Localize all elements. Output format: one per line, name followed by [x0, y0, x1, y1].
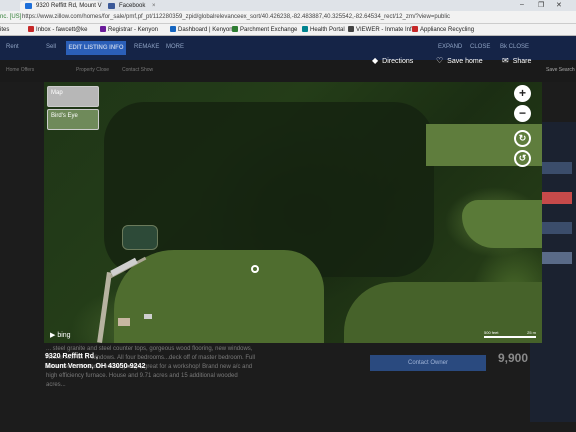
listing-price: 9,900: [498, 351, 529, 365]
save-search-link[interactable]: Save Search: [546, 67, 575, 73]
nav-sell[interactable]: Sell: [46, 44, 56, 50]
tab-zillow[interactable]: 9320 Reffitt Rd, Mount V ×: [20, 1, 112, 11]
contact-owner-button[interactable]: Contact Owner: [370, 355, 486, 371]
bookmark-item[interactable]: VIEWER - Inmate Inf: [348, 26, 412, 34]
share-button[interactable]: ✉ Share: [502, 55, 531, 67]
building: [118, 318, 130, 326]
url-text[interactable]: https://www.zillow.com/homes/for_sale/pm…: [22, 13, 576, 22]
address-bar[interactable]: nc. [US] https://www.zillow.com/homes/fo…: [0, 11, 576, 24]
property-address: 9320 Reffitt Rd , Mount Vernon, OH 43050…: [45, 352, 145, 372]
expand-link[interactable]: EXPAND: [438, 44, 462, 50]
tab-facebook[interactable]: Facebook ×: [103, 1, 183, 11]
building: [144, 314, 152, 319]
bookmark-icon: [348, 26, 354, 32]
browser-tab-strip: 9320 Reffitt Rd, Mount V × Facebook × – …: [0, 0, 576, 11]
satellite-map[interactable]: Map Bird's Eye + − ↻ ↺ ▶ bing 500 feet 2…: [44, 82, 542, 343]
property-location-pin[interactable]: [251, 265, 259, 273]
zoom-out-button[interactable]: −: [514, 105, 531, 122]
map-scale: 500 feet 25 m: [484, 330, 536, 338]
bookmark-item[interactable]: Parchment Exchange: [232, 26, 297, 34]
field-area: [114, 250, 324, 343]
tab-close-icon[interactable]: ×: [152, 3, 156, 9]
bookmark-icon: [100, 26, 106, 32]
nav-rent[interactable]: Rent: [6, 44, 19, 50]
birds-eye-button[interactable]: Bird's Eye: [47, 109, 99, 130]
secure-label: nc. [US]: [0, 14, 22, 20]
facebook-favicon-icon: [108, 3, 115, 9]
bookmark-item[interactable]: Inbox - fawcett@ke: [28, 26, 87, 34]
pond: [122, 225, 158, 250]
bing-logo: ▶ bing: [50, 332, 71, 339]
envelope-icon: ✉: [502, 56, 509, 65]
address-line-1: 9320 Reffitt Rd ,: [45, 353, 98, 360]
zoom-in-button[interactable]: +: [514, 85, 531, 102]
bookmark-icon: [170, 26, 176, 32]
gmail-icon: [28, 26, 34, 32]
bookmarks-bar: ites Inbox - fawcett@ke Registrar - Keny…: [0, 24, 576, 36]
nav-more[interactable]: MORE: [166, 44, 184, 50]
close-link[interactable]: CLOSE: [470, 44, 490, 50]
minimize-icon[interactable]: –: [520, 1, 524, 8]
sub-item[interactable]: Contact Show: [122, 67, 153, 73]
restore-icon[interactable]: ❐: [538, 1, 544, 9]
tab-title: Facebook: [119, 3, 146, 9]
sub-item[interactable]: Home Offers: [6, 67, 34, 73]
bookmark-icon: [232, 26, 238, 32]
address-line-2: Mount Vernon, OH 43050-9242: [45, 363, 146, 370]
bookmark-item[interactable]: Registrar - Kenyon: [100, 26, 158, 34]
bookmark-item[interactable]: Dashboard | Kenyon: [170, 26, 233, 34]
sub-item[interactable]: Property Close: [76, 67, 109, 73]
close-window-icon[interactable]: ✕: [556, 1, 562, 9]
bing-icon: ▶: [50, 332, 56, 339]
road: [97, 271, 112, 343]
zillow-favicon-icon: [25, 3, 32, 9]
directions-icon: ◆: [372, 56, 379, 65]
scale-label-meters: 25 m: [527, 330, 536, 335]
site-nav-bar: Rent Sell EDIT LISTING INFO REMAKE MORE …: [0, 36, 576, 60]
tab-title: 9320 Reffitt Rd, Mount V: [36, 3, 102, 9]
bookmark-item[interactable]: Health Portal: [302, 26, 345, 34]
bookmark-icon: [302, 26, 308, 32]
edit-listing-button[interactable]: EDIT LISTING INFO: [66, 41, 126, 55]
nav-remake[interactable]: REMAKE: [134, 44, 159, 50]
scale-bar: [484, 336, 536, 338]
save-home-button[interactable]: ♡ Save home: [436, 55, 483, 67]
heart-icon: ♡: [436, 56, 444, 65]
bookmark-icon: [412, 26, 418, 32]
rotate-counterclockwise-icon[interactable]: ↺: [514, 150, 531, 167]
site-sub-bar: Home Offers Property Close Contact Show …: [0, 60, 576, 82]
scale-label-feet: 500 feet: [484, 330, 499, 335]
bookmark-item[interactable]: ites: [0, 26, 9, 34]
back-close-link[interactable]: Bk CLOSE: [500, 44, 529, 50]
bookmark-item[interactable]: Appliance Recycling: [412, 26, 474, 34]
field-area: [462, 200, 542, 248]
rotate-clockwise-icon[interactable]: ↻: [514, 130, 531, 147]
map-type-button[interactable]: Map: [47, 86, 99, 107]
directions-button[interactable]: ◆ Directions: [372, 55, 413, 67]
